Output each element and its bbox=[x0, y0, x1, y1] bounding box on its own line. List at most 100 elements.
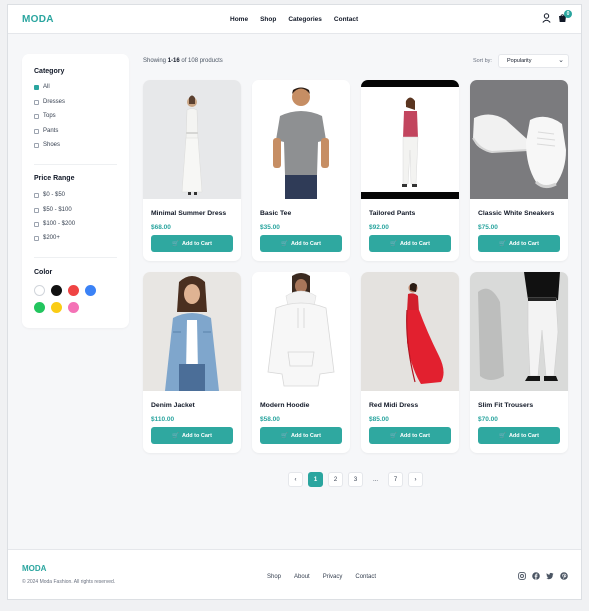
swatch-pink[interactable] bbox=[68, 302, 79, 313]
prev-page-button[interactable]: ‹ bbox=[288, 472, 303, 487]
footer-link-about[interactable]: About bbox=[294, 574, 310, 580]
facebook-icon[interactable] bbox=[532, 572, 540, 580]
product-card[interactable]: Classic White Sneakers $75.00 🛒 Add to Ca… bbox=[470, 80, 568, 261]
swatch-red[interactable] bbox=[68, 285, 79, 296]
product-image-tailored-pants[interactable] bbox=[361, 80, 459, 199]
product-price: $92.00 bbox=[369, 224, 389, 231]
product-price: $110.00 bbox=[151, 416, 175, 423]
footer-links: Shop About Privacy Contact bbox=[267, 574, 376, 580]
product-card[interactable]: Slim Fit Trousers $70.00 🛒 Add to Cart bbox=[470, 272, 568, 453]
checkbox[interactable] bbox=[34, 128, 39, 134]
product-card[interactable]: Basic Tee $35.00 🛒 Add to Cart bbox=[252, 80, 350, 261]
nav-categories[interactable]: Categories bbox=[288, 16, 322, 23]
swatch-white[interactable] bbox=[34, 285, 45, 296]
page-frame: MODA Home Shop Categories Contact 0 Cate… bbox=[7, 4, 582, 600]
price-range-title: Price Range bbox=[34, 175, 75, 182]
next-page-button[interactable]: › bbox=[408, 472, 423, 487]
category-option-tops[interactable]: Tops bbox=[34, 113, 56, 119]
product-card[interactable]: Modern Hoodie $58.00 🛒 Add to Cart bbox=[252, 272, 350, 453]
product-image-white-sneakers[interactable] bbox=[470, 80, 568, 199]
page-button[interactable]: 3 bbox=[348, 472, 363, 487]
product-name[interactable]: Red Midi Dress bbox=[369, 402, 418, 409]
product-image-red-midi-dress[interactable] bbox=[361, 272, 459, 391]
button-label: Add to Cart bbox=[399, 432, 430, 439]
checkbox[interactable] bbox=[34, 235, 39, 241]
product-name[interactable]: Basic Tee bbox=[260, 210, 291, 217]
nav-contact[interactable]: Contact bbox=[334, 16, 358, 23]
add-to-cart-button[interactable]: 🛒 Add to Cart bbox=[369, 427, 451, 444]
results-range: 1-16 bbox=[167, 58, 180, 64]
color-title: Color bbox=[34, 269, 53, 276]
button-label: Add to Cart bbox=[399, 240, 430, 247]
product-price: $58.00 bbox=[260, 416, 280, 423]
page-button[interactable]: 7 bbox=[388, 472, 403, 487]
footer-link-contact[interactable]: Contact bbox=[355, 574, 376, 580]
product-name[interactable]: Modern Hoodie bbox=[260, 402, 309, 409]
product-name[interactable]: Minimal Summer Dress bbox=[151, 210, 226, 217]
product-price: $85.00 bbox=[369, 416, 389, 423]
product-card[interactable]: Red Midi Dress $85.00 🛒 Add to Cart bbox=[361, 272, 459, 453]
checkbox[interactable] bbox=[34, 99, 39, 105]
price-option-100-200[interactable]: $100 - $200 bbox=[34, 221, 75, 227]
checkbox[interactable] bbox=[34, 207, 39, 213]
price-option-200-plus[interactable]: $200+ bbox=[34, 235, 60, 241]
footer-link-shop[interactable]: Shop bbox=[267, 574, 281, 580]
product-image-denim-jacket[interactable] bbox=[143, 272, 241, 391]
footer-brand-logo[interactable]: MODA bbox=[22, 564, 46, 573]
category-option-pants[interactable]: Pants bbox=[34, 128, 58, 134]
price-option-0-50[interactable]: $0 - $50 bbox=[34, 192, 65, 198]
product-price: $35.00 bbox=[260, 224, 280, 231]
add-to-cart-button[interactable]: 🛒 Add to Cart bbox=[260, 235, 342, 252]
product-card[interactable]: Minimal Summer Dress $68.00 🛒 Add to Cart bbox=[143, 80, 241, 261]
nav-home[interactable]: Home bbox=[230, 16, 248, 23]
twitter-icon[interactable] bbox=[546, 572, 554, 580]
pinterest-icon[interactable] bbox=[560, 572, 568, 580]
product-name[interactable]: Classic White Sneakers bbox=[478, 210, 554, 217]
checkbox[interactable] bbox=[34, 142, 39, 148]
brand-logo[interactable]: MODA bbox=[22, 14, 54, 25]
category-option-dresses[interactable]: Dresses bbox=[34, 99, 65, 105]
footer-link-privacy[interactable]: Privacy bbox=[323, 574, 343, 580]
results-suffix: of 108 products bbox=[179, 58, 223, 64]
price-option-50-100[interactable]: $50 - $100 bbox=[34, 207, 72, 213]
product-name[interactable]: Denim Jacket bbox=[151, 402, 195, 409]
add-to-cart-button[interactable]: 🛒 Add to Cart bbox=[478, 427, 560, 444]
add-to-cart-button[interactable]: 🛒 Add to Cart bbox=[369, 235, 451, 252]
cart-icon: 🛒 bbox=[499, 240, 506, 247]
product-price: $75.00 bbox=[478, 224, 498, 231]
site-header: MODA Home Shop Categories Contact 0 bbox=[8, 5, 581, 34]
swatch-black[interactable] bbox=[51, 285, 62, 296]
cart-icon: 🛒 bbox=[172, 240, 179, 247]
user-icon[interactable] bbox=[542, 13, 551, 23]
price-label: $200+ bbox=[43, 235, 60, 241]
product-name[interactable]: Slim Fit Trousers bbox=[478, 402, 533, 409]
swatch-blue[interactable] bbox=[85, 285, 96, 296]
product-image-basic-tee[interactable] bbox=[252, 80, 350, 199]
product-image-modern-hoodie[interactable] bbox=[252, 272, 350, 391]
product-card[interactable]: Tailored Pants $92.00 🛒 Add to Cart bbox=[361, 80, 459, 261]
category-option-all[interactable]: All bbox=[34, 84, 50, 90]
add-to-cart-button[interactable]: 🛒 Add to Cart bbox=[151, 427, 233, 444]
product-image-slim-fit-trousers[interactable] bbox=[470, 272, 568, 391]
page-button[interactable]: 2 bbox=[328, 472, 343, 487]
instagram-icon[interactable] bbox=[518, 572, 526, 580]
swatch-yellow[interactable] bbox=[51, 302, 62, 313]
nav-shop[interactable]: Shop bbox=[260, 16, 276, 23]
checkbox[interactable] bbox=[34, 113, 39, 119]
checkbox[interactable] bbox=[34, 192, 39, 198]
sort-dropdown[interactable]: Popularity ⌄ bbox=[498, 54, 569, 68]
category-title: Category bbox=[34, 68, 65, 75]
product-image-summer-dress[interactable] bbox=[143, 80, 241, 199]
main-nav: Home Shop Categories Contact bbox=[230, 16, 358, 23]
page-ellipsis: ... bbox=[372, 476, 378, 483]
add-to-cart-button[interactable]: 🛒 Add to Cart bbox=[260, 427, 342, 444]
checkbox[interactable] bbox=[34, 221, 39, 227]
add-to-cart-button[interactable]: 🛒 Add to Cart bbox=[478, 235, 560, 252]
product-name[interactable]: Tailored Pants bbox=[369, 210, 415, 217]
product-card[interactable]: Denim Jacket $110.00 🛒 Add to Cart bbox=[143, 272, 241, 453]
add-to-cart-button[interactable]: 🛒 Add to Cart bbox=[151, 235, 233, 252]
swatch-green[interactable] bbox=[34, 302, 45, 313]
category-option-shoes[interactable]: Shoes bbox=[34, 142, 60, 148]
checkbox[interactable] bbox=[34, 84, 39, 90]
page-button-current[interactable]: 1 bbox=[308, 472, 323, 487]
